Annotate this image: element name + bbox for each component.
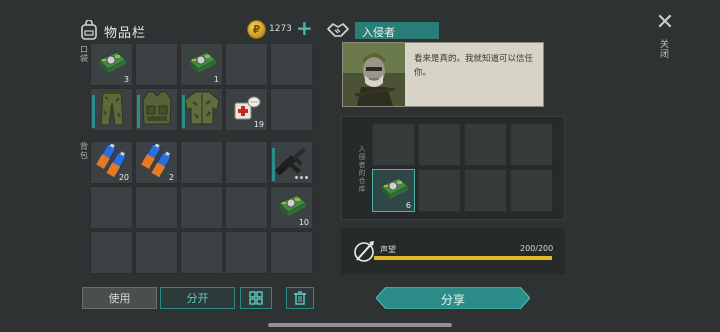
use-button[interactable]: 使用 [82,287,157,309]
pocket-slot[interactable] [180,88,223,131]
npc-storage-slot[interactable] [510,169,553,212]
backpack-label: 背包 [80,142,88,160]
npc-storage-slot[interactable] [418,123,461,166]
pocket-slot[interactable] [90,88,133,131]
backpack-slot[interactable] [225,141,268,184]
camo-pants-icon [98,89,126,131]
reputation-label: 声望 [380,245,396,254]
item-count: 3 [123,75,129,84]
npc-storage-slot[interactable] [372,123,415,166]
item-count: 20 [118,173,129,182]
close-button[interactable]: ✕ [653,12,677,36]
backpack-slot[interactable]: 2 [135,141,178,184]
npc-portrait [343,43,405,106]
gold-count: 1273 [269,24,292,34]
item-count: 19 [253,120,264,129]
add-gold-button[interactable]: + [296,18,313,38]
close-label: 关闭 [660,40,670,60]
backpack-slot[interactable] [180,231,223,274]
backpack-slot[interactable] [135,231,178,274]
npc-name: 入侵者 [362,26,395,39]
reputation-bar-fill [374,256,552,260]
npc-storage-label: 入侵者的仓库 [358,145,366,193]
npc-storage-grid: 6 [372,123,553,212]
sort-button[interactable] [240,287,272,309]
split-button[interactable]: 分开 [160,287,235,309]
npc-storage-slot[interactable] [418,169,461,212]
discard-button[interactable] [286,287,314,309]
backpack-slot[interactable] [135,186,178,229]
gold-coin-glyph: ₽ [252,23,261,36]
backpack-slot[interactable] [180,186,223,229]
backpack-slot[interactable] [225,231,268,274]
pocket-slot[interactable] [135,43,178,86]
npc-storage-slot[interactable] [464,123,507,166]
home-indicator [268,323,452,327]
pocket-slot[interactable]: 1 [180,43,223,86]
backpack-slot[interactable] [90,231,133,274]
handshake-icon [327,23,349,37]
camo-jacket-icon [183,90,221,130]
pocket-label: 口袋 [80,45,88,63]
backpack-icon [81,20,97,40]
gold-coin-icon: ₽ [247,20,266,39]
backpack-slot[interactable] [270,231,313,274]
share-button-label: 分享 [440,293,465,307]
sort-grid-icon [249,291,263,305]
backpack-slot[interactable] [90,186,133,229]
item-count: 10 [298,218,309,227]
backpack-slot[interactable]: 20 [90,141,133,184]
item-count: 2 [168,173,174,182]
backpack-slot[interactable]: 10 [270,186,313,229]
reputation-value: 200/200 [520,244,554,253]
pocket-slot[interactable] [135,88,178,131]
npc-storage-slot[interactable] [464,169,507,212]
backpack-slot[interactable] [270,141,313,184]
item-count: 6 [405,201,411,210]
pocket-slot[interactable] [270,43,313,86]
pocket-grid: 3 1 19 [90,43,313,131]
trash-icon [294,291,306,305]
item-count: 1 [213,75,219,84]
backpack-grid: 20 2 10 [90,141,313,274]
pocket-slot[interactable]: 19 [225,88,268,131]
pocket-slot[interactable] [270,88,313,131]
npc-dialog-text: 看来是真的。我就知道可以信任你。 [414,54,534,78]
tactical-vest-icon [140,90,174,130]
pocket-slot[interactable] [225,43,268,86]
backpack-slot[interactable] [180,141,223,184]
inventory-title: 物品栏 [104,26,147,41]
npc-storage-slot[interactable] [510,123,553,166]
backpack-slot[interactable] [225,186,268,229]
item-options-dots [295,176,308,179]
npc-storage-slot[interactable]: 6 [372,169,415,212]
pocket-slot[interactable]: 3 [90,43,133,86]
